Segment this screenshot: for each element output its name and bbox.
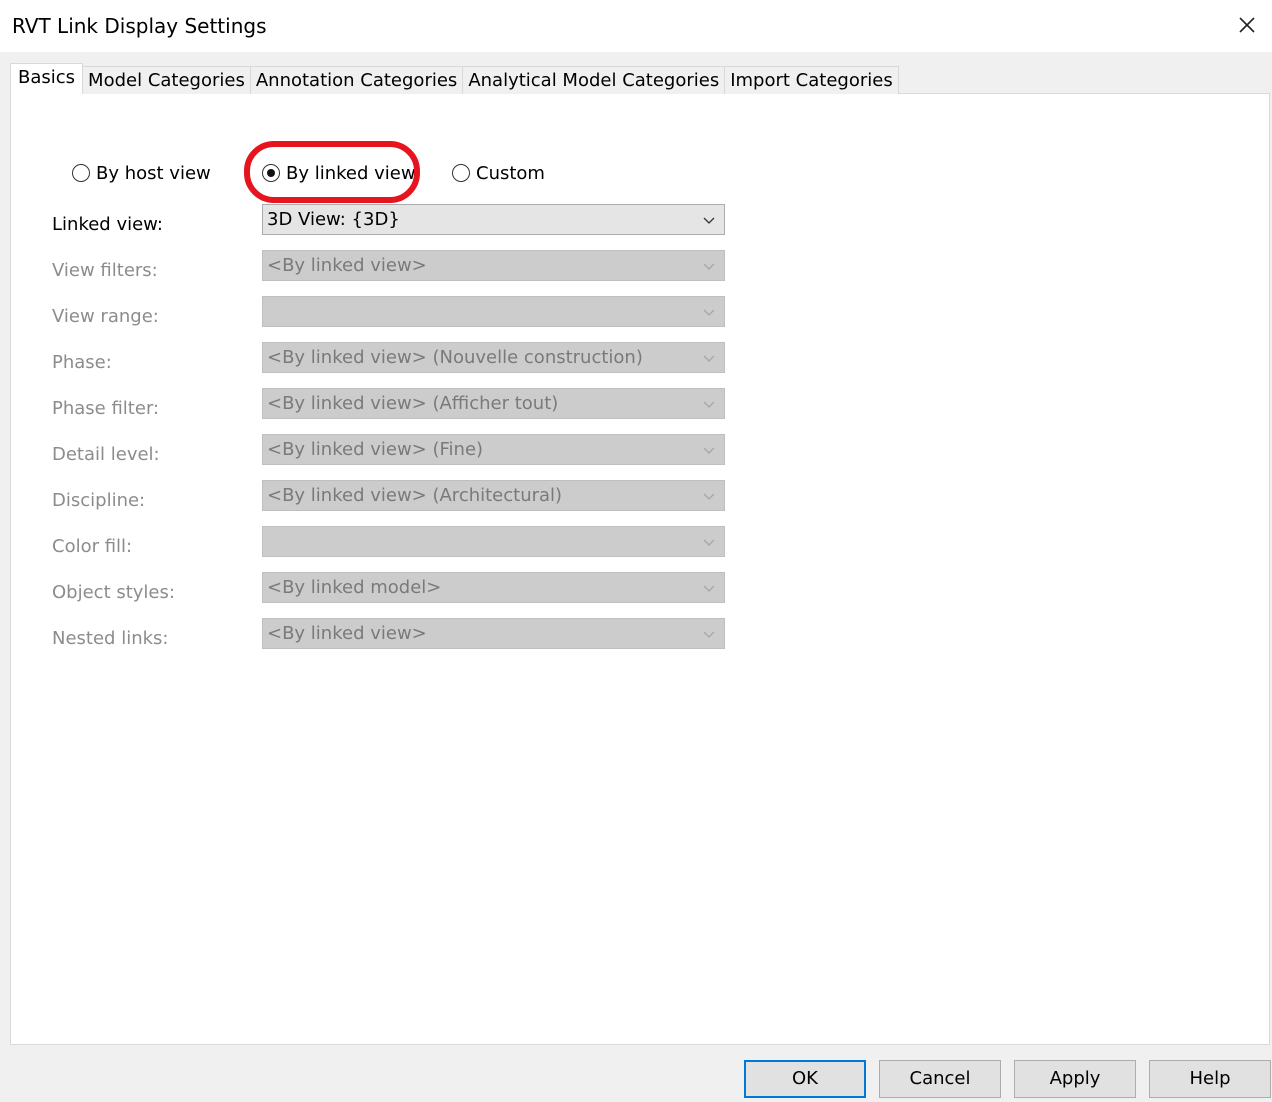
chevron-down-icon <box>703 263 715 270</box>
cancel-button[interactable]: Cancel <box>879 1060 1001 1098</box>
close-icon <box>1239 17 1255 33</box>
chevron-down-icon <box>703 493 715 500</box>
view-range-label: View range: <box>52 306 159 327</box>
rvt-link-display-settings-dialog: RVT Link Display Settings Basics Model C… <box>0 0 1272 1102</box>
color-fill-label: Color fill: <box>52 536 133 557</box>
dropdown-value: <By linked model> <box>267 577 442 598</box>
nested-links-dropdown: <By linked view> <box>262 618 725 649</box>
chevron-down-icon <box>703 447 715 454</box>
close-button[interactable] <box>1230 8 1264 42</box>
radio-button[interactable] <box>452 164 470 182</box>
radio-label: By linked view <box>286 162 416 184</box>
linked-view-dropdown[interactable]: 3D View: {3D} <box>262 204 725 235</box>
linked-view-label: Linked view: <box>52 214 163 235</box>
phase-filter-dropdown: <By linked view> (Afficher tout) <box>262 388 725 419</box>
color-fill-dropdown <box>262 526 725 557</box>
basics-tab-panel <box>10 93 1270 1045</box>
tab-annotation-categories[interactable]: Annotation Categories <box>249 66 464 94</box>
chevron-down-icon <box>703 585 715 592</box>
tab-model-categories[interactable]: Model Categories <box>82 66 251 94</box>
detail-level-label: Detail level: <box>52 444 160 465</box>
tab-strip: Basics Model Categories Annotation Categ… <box>10 63 899 94</box>
dropdown-value: <By linked view> (Afficher tout) <box>267 393 559 414</box>
chevron-down-icon <box>703 309 715 316</box>
phase-filter-label: Phase filter: <box>52 398 160 419</box>
radio-by-linked-view[interactable]: By linked view <box>262 160 416 186</box>
dropdown-value: <By linked view> (Nouvelle construction) <box>267 347 643 368</box>
radio-label: Custom <box>476 162 545 184</box>
object-styles-dropdown: <By linked model> <box>262 572 725 603</box>
discipline-dropdown: <By linked view> (Architectural) <box>262 480 725 511</box>
phase-label: Phase: <box>52 352 112 373</box>
dropdown-value: <By linked view> <box>267 255 427 276</box>
chevron-down-icon <box>703 631 715 638</box>
ok-button[interactable]: OK <box>744 1060 866 1098</box>
chevron-down-icon <box>703 355 715 362</box>
radio-button[interactable] <box>262 164 280 182</box>
detail-level-dropdown: <By linked view> (Fine) <box>262 434 725 465</box>
dropdown-value: <By linked view> (Fine) <box>267 439 484 460</box>
tab-analytical-model-categories[interactable]: Analytical Model Categories <box>462 66 726 94</box>
object-styles-label: Object styles: <box>52 582 175 603</box>
chevron-down-icon <box>703 539 715 546</box>
radio-label: By host view <box>96 162 211 184</box>
title-bar: RVT Link Display Settings <box>0 0 1272 52</box>
discipline-label: Discipline: <box>52 490 146 511</box>
radio-custom[interactable]: Custom <box>452 160 545 186</box>
view-filters-dropdown: <By linked view> <box>262 250 725 281</box>
tab-basics[interactable]: Basics <box>10 63 84 94</box>
tab-import-categories[interactable]: Import Categories <box>724 66 899 94</box>
dropdown-value: 3D View: {3D} <box>267 209 400 230</box>
dropdown-value: <By linked view> <box>267 623 427 644</box>
radio-by-host-view[interactable]: By host view <box>72 160 211 186</box>
view-range-dropdown <box>262 296 725 327</box>
apply-button[interactable]: Apply <box>1014 1060 1136 1098</box>
view-filters-label: View filters: <box>52 260 158 281</box>
radio-button[interactable] <box>72 164 90 182</box>
window-title: RVT Link Display Settings <box>12 14 267 38</box>
chevron-down-icon <box>703 401 715 408</box>
dropdown-value: <By linked view> (Architectural) <box>267 485 563 506</box>
nested-links-label: Nested links: <box>52 628 169 649</box>
chevron-down-icon <box>703 217 715 224</box>
help-button[interactable]: Help <box>1149 1060 1271 1098</box>
phase-dropdown: <By linked view> (Nouvelle construction) <box>262 342 725 373</box>
